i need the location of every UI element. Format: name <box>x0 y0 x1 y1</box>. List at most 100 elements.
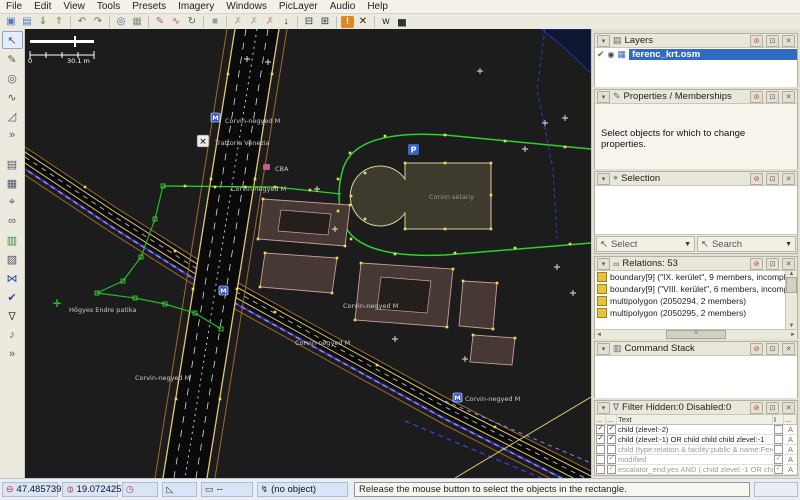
merge-tool-2-icon[interactable]: ✗ <box>246 15 262 28</box>
draw-node-tool-icon[interactable]: ✎ <box>2 50 23 68</box>
collapse-icon[interactable]: ▾ <box>597 35 610 47</box>
filter-column-header[interactable]: ... <box>784 415 797 424</box>
menu-audio[interactable]: Audio <box>324 1 362 12</box>
menu-file[interactable]: File <box>0 1 28 12</box>
filter-invert-checkbox[interactable]: ✓ <box>774 455 783 464</box>
selection-panel-toggle-icon[interactable]: ⌖ <box>2 193 23 211</box>
relation-row[interactable]: multipolygon (2050295, 2 members) <box>595 307 786 319</box>
filter-row[interactable]: ✓✓child (zlevel:-1) OR child child child… <box>595 435 797 445</box>
sticky-icon[interactable]: ⊘ <box>750 91 763 103</box>
zoom-to-selection-icon[interactable]: ◎ <box>113 15 129 28</box>
filter-hide-checkbox[interactable]: ✓ <box>607 465 616 474</box>
dock-icon[interactable]: ⊡ <box>766 343 779 355</box>
filter-column-header[interactable]: ... <box>606 415 617 424</box>
merge-tool-3-icon[interactable]: ✗ <box>262 15 278 28</box>
selection-list[interactable] <box>595 186 797 234</box>
validator-panel-toggle-icon[interactable]: ⋈ <box>2 269 23 287</box>
menu-edit[interactable]: Edit <box>28 1 57 12</box>
close-icon[interactable]: ✕ <box>782 173 795 185</box>
menu-imagery[interactable]: Imagery <box>172 1 220 12</box>
hand-tool-icon[interactable]: ↓ <box>278 15 294 28</box>
filter-hide-checkbox[interactable] <box>607 445 616 454</box>
undo-icon[interactable]: ↶ <box>74 15 90 28</box>
search-dropdown[interactable]: ↖ Search ▼ <box>697 236 796 252</box>
filter-expression[interactable]: escalator_end:yes AND ( child zlevel:-1 … <box>617 465 773 474</box>
filter-expression[interactable]: child (zlevel:-1) OR child child child z… <box>617 435 773 444</box>
layer-name[interactable]: ferenc_krt.osm <box>629 49 797 60</box>
bus-preset-icon[interactable]: ⊞ <box>317 15 333 28</box>
draw-tool-icon[interactable]: ✎ <box>152 15 168 28</box>
filter-invert-checkbox[interactable] <box>774 435 783 444</box>
filter-row[interactable]: ✓escalator_end:yes AND ( child zlevel:-1… <box>595 465 797 475</box>
dock-icon[interactable]: ⊡ <box>766 91 779 103</box>
save-as-icon[interactable]: ▤ <box>19 15 35 28</box>
collapse-icon[interactable]: ▾ <box>597 343 610 355</box>
sticky-icon[interactable]: ⊘ <box>750 343 763 355</box>
filter-invert-checkbox[interactable]: ✓ <box>774 465 783 474</box>
menu-help[interactable]: Help <box>361 1 394 12</box>
shop-icon[interactable] <box>263 164 270 170</box>
collapse-icon[interactable]: ▾ <box>597 402 610 414</box>
collapse-icon[interactable]: ▾ <box>597 91 610 103</box>
follow-line-icon[interactable]: ∿ <box>168 15 184 28</box>
menu-windows[interactable]: Windows <box>220 1 273 12</box>
close-marker-icon[interactable]: ✕ <box>197 135 209 147</box>
filter-column-header[interactable]: Text <box>617 415 773 424</box>
filter-enable-checkbox[interactable] <box>596 455 605 464</box>
imagery-placeholder-icon[interactable]: ■ <box>207 15 223 28</box>
relations-panel-toggle-icon[interactable]: ∞ <box>2 212 23 230</box>
filter-hide-checkbox[interactable]: ✓ <box>607 435 616 444</box>
sticky-icon[interactable]: ⊘ <box>750 258 763 270</box>
mappaint-panel-toggle-icon[interactable]: ▨ <box>2 250 23 268</box>
filter-panel-toggle-icon[interactable]: ∇ <box>2 307 23 325</box>
map-area[interactable]: ✕PMMM+ 030.1 mTrattoria VeneziaCBACorvin… <box>25 29 591 478</box>
scroll-right-icon[interactable]: ► <box>790 332 796 338</box>
filter-row[interactable]: ✓modified✓A <box>595 455 797 465</box>
filter-hide-checkbox[interactable]: ✓ <box>607 455 616 464</box>
filter-invert-checkbox[interactable] <box>774 445 783 454</box>
filter-row[interactable]: ✓✓child (zlevel:-2)A <box>595 425 797 435</box>
metro-icon[interactable]: M <box>211 113 220 122</box>
parking-icon[interactable]: P <box>408 144 419 155</box>
scroll-thumb[interactable]: ≡ <box>666 330 726 339</box>
dock-icon[interactable]: ⊡ <box>766 258 779 270</box>
zoom-tool-icon[interactable]: ◎ <box>2 69 23 87</box>
close-icon[interactable]: ✕ <box>782 35 795 47</box>
select-tool-icon[interactable]: ↖ <box>2 31 23 49</box>
filter-expression[interactable]: child (zlevel:-2) <box>617 425 773 434</box>
filter-expression[interactable]: modified <box>617 455 773 464</box>
refresh-icon[interactable]: ↻ <box>184 15 200 28</box>
layer-active-icon[interactable]: ✔ <box>597 49 605 60</box>
audio-toggle-icon[interactable]: ♪ <box>2 326 23 344</box>
histogram-icon[interactable]: ▅ <box>394 15 410 28</box>
relations-vscrollbar[interactable]: ▲ ▼ <box>785 271 797 329</box>
close-icon[interactable]: ✕ <box>782 343 795 355</box>
measure-tool-icon[interactable]: ◿ <box>2 107 23 125</box>
redo-icon[interactable]: ↷ <box>90 15 106 28</box>
filter-enable-checkbox[interactable] <box>596 445 605 454</box>
menu-tools[interactable]: Tools <box>91 1 126 12</box>
wikipedia-icon[interactable]: w <box>378 15 394 28</box>
preferences-icon[interactable]: ▦ <box>129 15 145 28</box>
metro-icon[interactable]: M <box>219 286 228 295</box>
sticky-icon[interactable]: ⊘ <box>750 35 763 47</box>
sticky-icon[interactable]: ⊘ <box>750 173 763 185</box>
delete-icon[interactable]: ✕ <box>355 15 371 28</box>
filter-invert-checkbox[interactable] <box>774 425 783 434</box>
filter-enable-checkbox[interactable] <box>596 465 605 474</box>
metro-icon[interactable]: M <box>453 393 462 402</box>
dock-icon[interactable]: ⊡ <box>766 35 779 47</box>
collapse-icon[interactable]: ▾ <box>597 173 610 185</box>
improve-accuracy-tool-icon[interactable]: ∿ <box>2 88 23 106</box>
tags-panel-toggle-icon[interactable]: ▦ <box>2 174 23 192</box>
more-tools-icon[interactable]: » <box>2 126 23 144</box>
layers-panel-toggle-icon[interactable]: ▤ <box>2 155 23 173</box>
relation-row[interactable]: multipolygon (2050294, 2 members) <box>595 295 786 307</box>
menu-presets[interactable]: Presets <box>126 1 172 12</box>
collapse-icon[interactable]: ▾ <box>597 258 610 270</box>
filter-column-header[interactable]: I <box>773 415 784 424</box>
scroll-left-icon[interactable]: ◄ <box>596 332 602 338</box>
merge-tool-1-icon[interactable]: ✗ <box>230 15 246 28</box>
filter-row[interactable]: child (type:relation & facility:public &… <box>595 445 797 455</box>
filter-enable-checkbox[interactable]: ✓ <box>596 435 605 444</box>
